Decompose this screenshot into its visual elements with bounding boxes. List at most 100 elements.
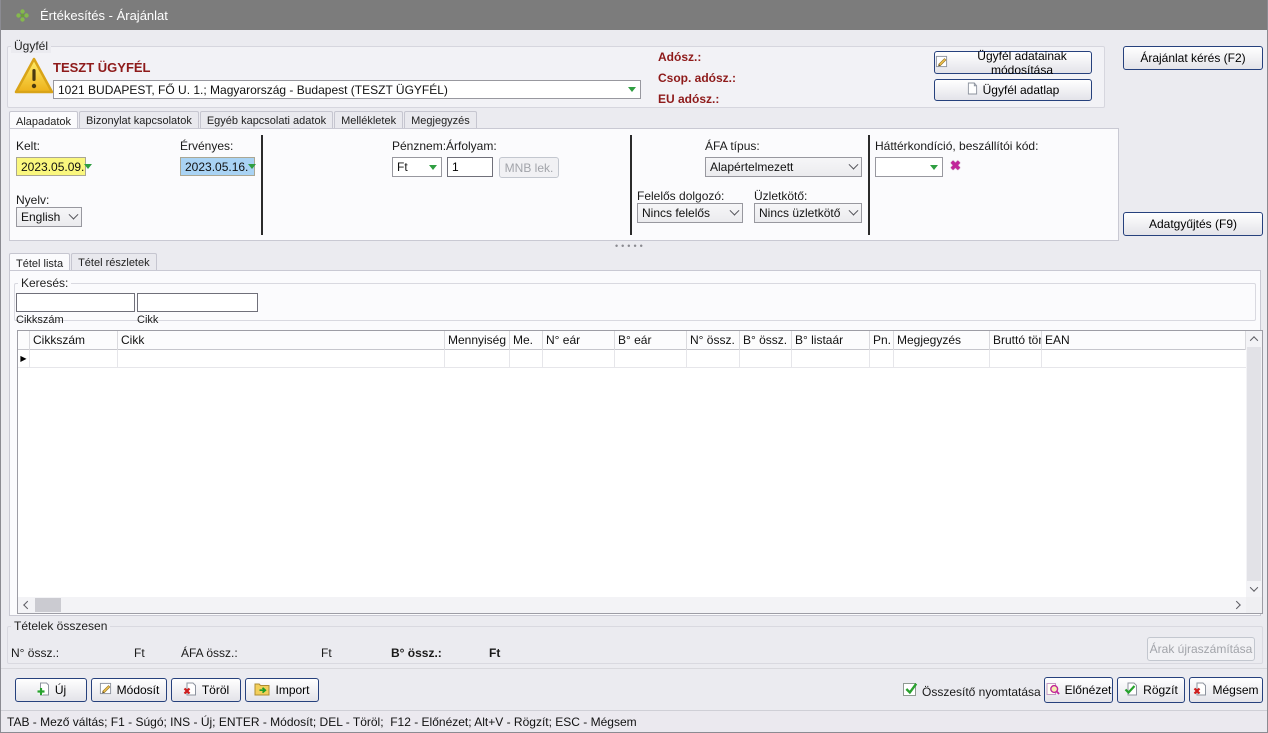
tab-tetel-reszletek[interactable]: Tétel részletek [71,253,157,271]
window-title: Értékesítés - Árajánlat [40,8,168,23]
cancel-icon [1193,682,1207,699]
customer-datasheet-button[interactable]: Ügyfél adatlap [934,79,1092,101]
col-n-ear[interactable]: N° eár [543,331,615,350]
title-bar: Értékesítés - Árajánlat [1,0,1267,30]
horizontal-scroll-thumb[interactable] [35,598,61,612]
col-me[interactable]: Me. [510,331,543,350]
scroll-down-icon[interactable] [1246,581,1262,597]
quote-request-button[interactable]: Árajánlat kérés (F2) [1123,46,1263,70]
vertical-scrollbar[interactable] [1246,331,1262,597]
splitter-handle[interactable]: ••••• [615,241,646,251]
tab-megjegyzes[interactable]: Megjegyzés [404,111,477,129]
new-item-button[interactable]: Új [15,678,87,702]
delete-item-button[interactable]: Töröl [171,678,241,702]
preview-icon [1046,682,1060,699]
mnb-query-button[interactable]: MNB lek. [499,157,559,178]
vat-total-label: ÁFA össz.: [181,646,238,660]
valid-until-label: Érvényes: [180,139,233,153]
item-list-panel: Keresés: Cikkszám Cikk Cikkszám Cikk Men… [9,270,1261,616]
clear-condition-icon[interactable]: ✖ [950,158,961,174]
item-grid-empty-row[interactable]: ▶ [18,350,1246,368]
preview-button[interactable]: Előnézet [1044,677,1113,703]
col-mennyiseg[interactable]: Mennyiség [445,331,510,350]
col-ean[interactable]: EAN [1042,331,1246,350]
vat-type-select[interactable]: Alapértelmezett [705,157,862,177]
date-label: Kelt: [16,139,40,153]
summary-print-checkbox[interactable] [903,683,916,696]
sales-agent-label: Üzletkötő: [754,189,807,203]
gross-total-label: B° össz.: [391,646,442,660]
row-marker-header [18,331,30,350]
cancel-button[interactable]: Mégsem [1189,677,1263,703]
background-condition-label: Háttérkondíció, beszállítói kód: [875,139,1038,153]
import-button[interactable]: Import [245,678,319,702]
valid-until-picker[interactable]: 2023.05.16. [180,157,255,176]
chevron-down-icon [849,205,859,215]
recalculate-prices-button[interactable]: Árak újraszámítása [1147,637,1255,661]
exchange-rate-label: Árfolyam: [446,139,497,153]
form-divider [261,135,263,235]
scrollbar-corner [1246,597,1262,613]
search-item-label: Cikk [137,314,158,326]
language-select[interactable]: English [16,207,82,227]
status-hotkeys: TAB - Mező váltás; F1 - Súgó; INS - Új; … [7,715,637,729]
summary-print-label: Összesítő nyomtatása [922,685,1041,699]
document-icon [967,82,978,98]
col-b-ossz[interactable]: B° össz. [740,331,792,350]
customer-modify-button[interactable]: Ügyfél adatainak módosítása [934,51,1092,74]
tab-bizonylat-kapcsolatok[interactable]: Bizonylat kapcsolatok [79,111,199,129]
search-itemnumber-input[interactable] [16,293,135,312]
col-cikk[interactable]: Cikk [118,331,445,350]
scroll-right-icon[interactable] [1230,597,1246,613]
scroll-up-icon[interactable] [1246,331,1262,347]
search-item-input[interactable] [137,293,258,312]
edit-icon [99,682,112,698]
data-collection-button[interactable]: Adatgyűjtés (F9) [1123,212,1263,236]
warning-icon [13,56,55,99]
col-pn[interactable]: Pn. [870,331,894,350]
customer-group-label: Ügyfél [11,39,51,53]
eu-tax-number-label: EU adósz.: [658,92,719,106]
dropdown-arrow-icon [84,164,92,169]
search-group-label: Keresés: [18,276,71,290]
customer-name: TESZT ÜGYFÉL [53,60,151,75]
modify-item-button[interactable]: Módosít [91,678,167,702]
dropdown-arrow-icon [429,165,437,170]
language-label: Nyelv: [16,193,49,207]
col-brutto-tomeg[interactable]: Bruttó tömeg [990,331,1042,350]
col-megjegyzes[interactable]: Megjegyzés [894,331,990,350]
import-folder-icon [254,682,270,699]
col-b-ear[interactable]: B° eár [615,331,687,350]
tab-mellekletek[interactable]: Mellékletek [334,111,403,129]
chevron-down-icon [849,159,859,169]
col-n-ossz[interactable]: N° össz. [687,331,740,350]
sales-agent-select[interactable]: Nincs üzletkötő [754,203,862,223]
vertical-scroll-thumb[interactable] [1247,347,1261,581]
col-b-listaar[interactable]: B° listaár [792,331,870,350]
dropdown-arrow-icon [628,87,636,92]
scroll-left-icon[interactable] [18,597,34,613]
basic-data-panel: Kelt: 2023.05.09. Érvényes: 2023.05.16. … [9,128,1119,241]
app-icon [15,8,30,23]
exchange-rate-input[interactable] [447,157,493,177]
dropdown-arrow-icon [248,164,256,169]
responsible-select[interactable]: Nincs felelős [637,203,743,223]
status-bar: TAB - Mező váltás; F1 - Súgó; INS - Új; … [1,710,1267,732]
save-button[interactable]: Rögzít [1117,677,1185,703]
date-picker[interactable]: 2023.05.09. [16,157,86,176]
action-bar: Új Módosít Töröl Import [1,668,1268,711]
tab-egyeb-kapcsolati-adatok[interactable]: Egyéb kapcsolati adatok [200,111,333,129]
customer-address-select[interactable]: 1021 BUDAPEST, FŐ U. 1.; Magyarország - … [53,80,641,99]
background-condition-select[interactable] [875,157,943,177]
add-icon [36,682,50,699]
app-window: Értékesítés - Árajánlat Ügyfél TESZT ÜGY… [0,0,1268,733]
item-grid: Cikkszám Cikk Mennyiség Me. N° eár B° eá… [17,330,1263,614]
gross-currency: Ft [489,646,500,660]
customer-address-value: 1021 BUDAPEST, FŐ U. 1.; Magyarország - … [58,83,628,97]
chevron-down-icon [730,205,740,215]
delete-icon [183,682,197,699]
currency-select[interactable]: Ft [392,157,442,177]
horizontal-scrollbar[interactable] [18,597,1246,613]
form-divider [868,135,870,235]
col-cikkszam[interactable]: Cikkszám [30,331,118,350]
